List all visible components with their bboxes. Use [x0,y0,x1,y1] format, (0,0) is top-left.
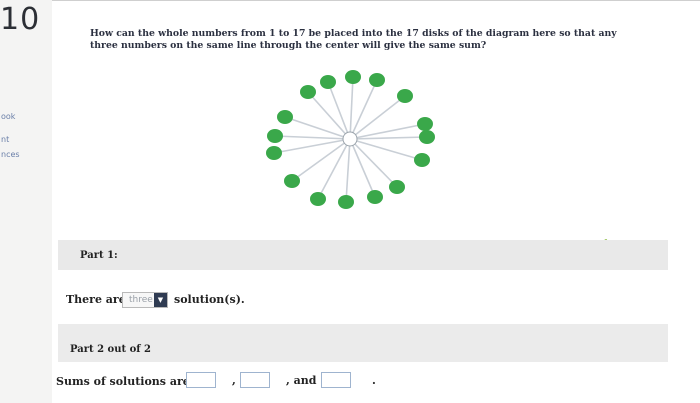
part1-prefix-text: There are [66,293,126,306]
disk [414,153,430,167]
spoke-line [317,138,351,200]
disk [417,117,433,131]
disk [300,85,316,99]
disk [284,174,300,188]
question-number: 10 [0,2,41,37]
question-text: How can the whole numbers from 1 to 17 b… [90,28,617,51]
disk [369,73,385,87]
spoke-line [349,76,354,140]
solution-count-select[interactable]: three ▼ [122,292,168,308]
spoke-line [349,95,406,140]
solution-count-value: three [129,295,153,305]
disk [277,110,293,124]
disk [267,129,283,143]
part1-header-bar: Part 1: [58,240,668,270]
sidebar-item-ebook[interactable]: ook [1,112,15,121]
left-rail: 10 ook nt nces [0,0,52,403]
disk [266,146,282,160]
sum-input-3[interactable] [321,372,351,388]
sum-input-2[interactable] [240,372,270,388]
part1-label: Part 1: [80,250,118,261]
disk [338,195,354,209]
disk [310,192,326,206]
disk [320,75,336,89]
chevron-down-icon: ▼ [154,293,167,307]
disk [345,70,361,84]
spoke-line [349,79,378,140]
part2-prefix-text: Sums of solutions are [56,375,190,388]
part2-header-bar: Part 2 out of 2 [58,324,668,362]
spoke-line [274,135,351,140]
disk [389,180,405,194]
sidebar-item-references[interactable]: nces [1,150,20,159]
end-period: . [372,374,376,387]
part1-suffix-text: solution(s). [174,293,245,306]
sum-input-1[interactable] [186,372,216,388]
spoke-line [327,81,351,140]
disk [367,190,383,204]
part2-label: Part 2 out of 2 [70,344,151,355]
spoke-line [345,138,351,203]
spoke-line [291,138,351,182]
top-divider [52,0,700,1]
spoke-line [349,138,376,198]
sidebar-item-print[interactable]: nt [1,135,9,144]
center-disk [342,131,358,147]
spoke-line [273,138,351,154]
separator-and: , and [286,374,317,387]
disk-diagram [266,70,435,209]
disk [397,89,413,103]
separator-comma-1: , [232,374,236,387]
disk [419,130,435,144]
